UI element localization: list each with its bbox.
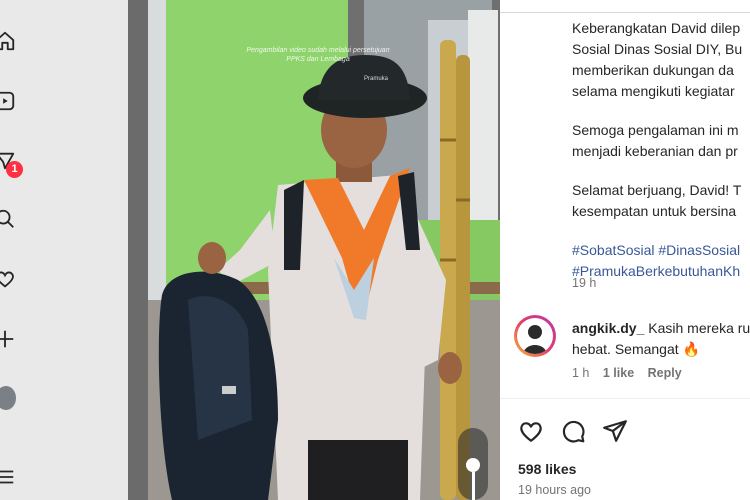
caption-timestamp[interactable]: 19 h bbox=[572, 276, 596, 290]
share-icon[interactable] bbox=[602, 418, 628, 444]
post-timestamp[interactable]: 19 hours ago bbox=[518, 483, 591, 497]
caption-line: Keberangkatan David dilep bbox=[572, 20, 741, 36]
post-caption: Keberangkatan David dilep Sosial Dinas S… bbox=[572, 18, 750, 282]
actions-divider bbox=[500, 398, 750, 399]
watermark-line-1: Pengambilan video sudah melalui persetuj… bbox=[246, 47, 390, 54]
video-frame: Pramuka bbox=[128, 0, 500, 500]
menu-icon[interactable] bbox=[0, 466, 16, 488]
like-icon[interactable] bbox=[518, 418, 544, 444]
reply-button[interactable]: Reply bbox=[648, 366, 682, 380]
hashtag-link[interactable]: #SobatSosial #DinasSosial bbox=[572, 240, 750, 261]
video-watermark: Pengambilan video sudah melalui persetuj… bbox=[228, 46, 408, 64]
post-video[interactable]: Pramuka Pengambilan video sudah melalui … bbox=[128, 0, 500, 500]
left-navigation: 1 bbox=[0, 0, 128, 500]
profile-avatar[interactable] bbox=[0, 386, 16, 410]
comment-meta: 1 h 1 like Reply bbox=[572, 366, 692, 380]
comment-username[interactable]: angkik.dy_ bbox=[572, 320, 644, 336]
header-divider bbox=[500, 12, 750, 13]
caption-line: memberikan dukungan da bbox=[572, 62, 734, 78]
messages-badge: 1 bbox=[6, 161, 23, 178]
volume-track bbox=[472, 472, 475, 500]
caption-line: selama mengikuti kegiatar bbox=[572, 83, 735, 99]
hashtag-link[interactable]: #PramukaBerkebutuhanKh bbox=[572, 261, 750, 282]
volume-knob[interactable] bbox=[466, 458, 480, 472]
post-details-panel: Keberangkatan David dilep Sosial Dinas S… bbox=[500, 0, 750, 500]
volume-slider[interactable] bbox=[458, 428, 488, 500]
comment-text-line-1: Kasih mereka ru bbox=[644, 320, 750, 336]
commenter-avatar-image bbox=[523, 325, 547, 354]
caption-line: Sosial Dinas Sosial DIY, Bu bbox=[572, 41, 743, 57]
search-icon[interactable] bbox=[0, 208, 16, 230]
reels-icon[interactable] bbox=[0, 90, 16, 112]
home-icon[interactable] bbox=[0, 30, 16, 52]
comment-body: angkik.dy_ Kasih mereka ru hebat. Semang… bbox=[572, 318, 750, 360]
hat-logo: Pramuka bbox=[364, 76, 389, 82]
comment-icon[interactable] bbox=[560, 418, 586, 444]
caption-line: kesempatan untuk bersina bbox=[572, 203, 737, 219]
watermark-line-2: PPKS dan Lembaga bbox=[286, 56, 350, 63]
caption-line: Selamat berjuang, David! T bbox=[572, 182, 742, 198]
create-icon[interactable] bbox=[0, 328, 16, 350]
likes-count[interactable]: 598 likes bbox=[518, 461, 576, 477]
notifications-icon[interactable] bbox=[0, 268, 16, 290]
comment-text-line-2: hebat. Semangat 🔥 bbox=[572, 341, 700, 357]
caption-line: menjadi keberanian dan pr bbox=[572, 143, 738, 159]
caption-line: Semoga pengalaman ini m bbox=[572, 122, 739, 138]
comment-likes[interactable]: 1 like bbox=[603, 366, 634, 380]
comment-time[interactable]: 1 h bbox=[572, 366, 589, 380]
commenter-avatar[interactable] bbox=[514, 315, 556, 357]
